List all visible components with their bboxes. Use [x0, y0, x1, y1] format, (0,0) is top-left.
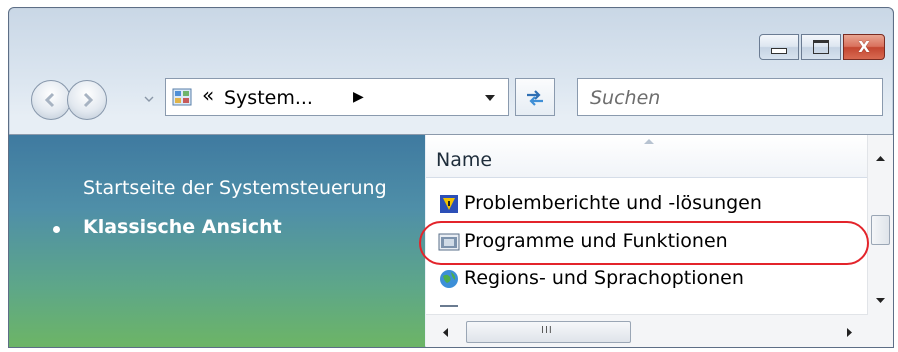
horizontal-scrollbar[interactable]: III — [426, 314, 868, 347]
scroll-right-icon[interactable] — [846, 327, 853, 338]
sort-ascending-icon — [644, 139, 654, 144]
forward-button[interactable] — [67, 80, 107, 120]
recent-pages-dropdown-icon[interactable] — [144, 94, 154, 104]
control-panel-icon — [172, 88, 192, 106]
breadcrumb-arrow[interactable]: ▶ — [353, 89, 364, 105]
scroll-left-icon[interactable] — [442, 327, 449, 338]
item-label: Regions- und Sprachoptionen — [464, 267, 744, 289]
problem-reports-icon — [440, 195, 458, 213]
vertical-scrollbar[interactable] — [867, 135, 893, 315]
list-item-partial[interactable] — [430, 297, 860, 307]
minimize-icon — [771, 48, 787, 54]
column-label: Name — [436, 149, 493, 171]
scroll-down-icon[interactable] — [875, 297, 886, 304]
item-label: Problemberichte und -lösungen — [464, 192, 762, 214]
classic-view-label: Klassische Ansicht — [83, 216, 282, 238]
refresh-icon — [527, 90, 543, 106]
scroll-up-icon[interactable] — [875, 155, 886, 162]
partial-item-icon — [440, 305, 458, 307]
horizontal-scroll-thumb[interactable]: III — [466, 321, 631, 343]
task-pane: Startseite der Systemsteuerung Klassisch… — [9, 135, 425, 347]
breadcrumb-system[interactable]: System... — [224, 87, 313, 109]
regional-options-icon — [440, 270, 458, 288]
control-panel-home-link[interactable]: Startseite der Systemsteuerung — [83, 177, 387, 199]
address-bar[interactable]: « System... ▶ — [165, 78, 509, 116]
maximize-button[interactable] — [801, 34, 841, 60]
back-button[interactable] — [31, 80, 71, 120]
back-arrow-icon — [44, 92, 55, 108]
size-grip[interactable] — [868, 315, 893, 347]
close-button[interactable]: X — [843, 34, 885, 60]
search-input[interactable] — [588, 86, 872, 110]
breadcrumb-overflow-chevron[interactable]: « — [202, 83, 214, 107]
refresh-button[interactable] — [515, 78, 555, 116]
scroll-grip: III — [541, 325, 553, 336]
bullet-icon — [53, 226, 60, 233]
caption-buttons: X — [757, 34, 885, 60]
address-dropdown-icon[interactable] — [484, 93, 496, 103]
vertical-scroll-thumb[interactable] — [871, 215, 890, 245]
highlight-ring — [419, 221, 869, 265]
search-box[interactable] — [577, 78, 883, 116]
name-column-header[interactable]: Name — [426, 135, 868, 178]
maximize-icon — [813, 40, 829, 54]
close-icon: X — [858, 38, 870, 56]
forward-arrow-icon — [83, 92, 94, 108]
minimize-button[interactable] — [759, 34, 799, 60]
list-item[interactable]: Problemberichte und -lösungen — [430, 187, 860, 221]
list-item[interactable]: Regions- und Sprachoptionen — [430, 262, 860, 296]
explorer-window: X « System... ▶ Suchen Startseite der Sy… — [8, 7, 894, 348]
